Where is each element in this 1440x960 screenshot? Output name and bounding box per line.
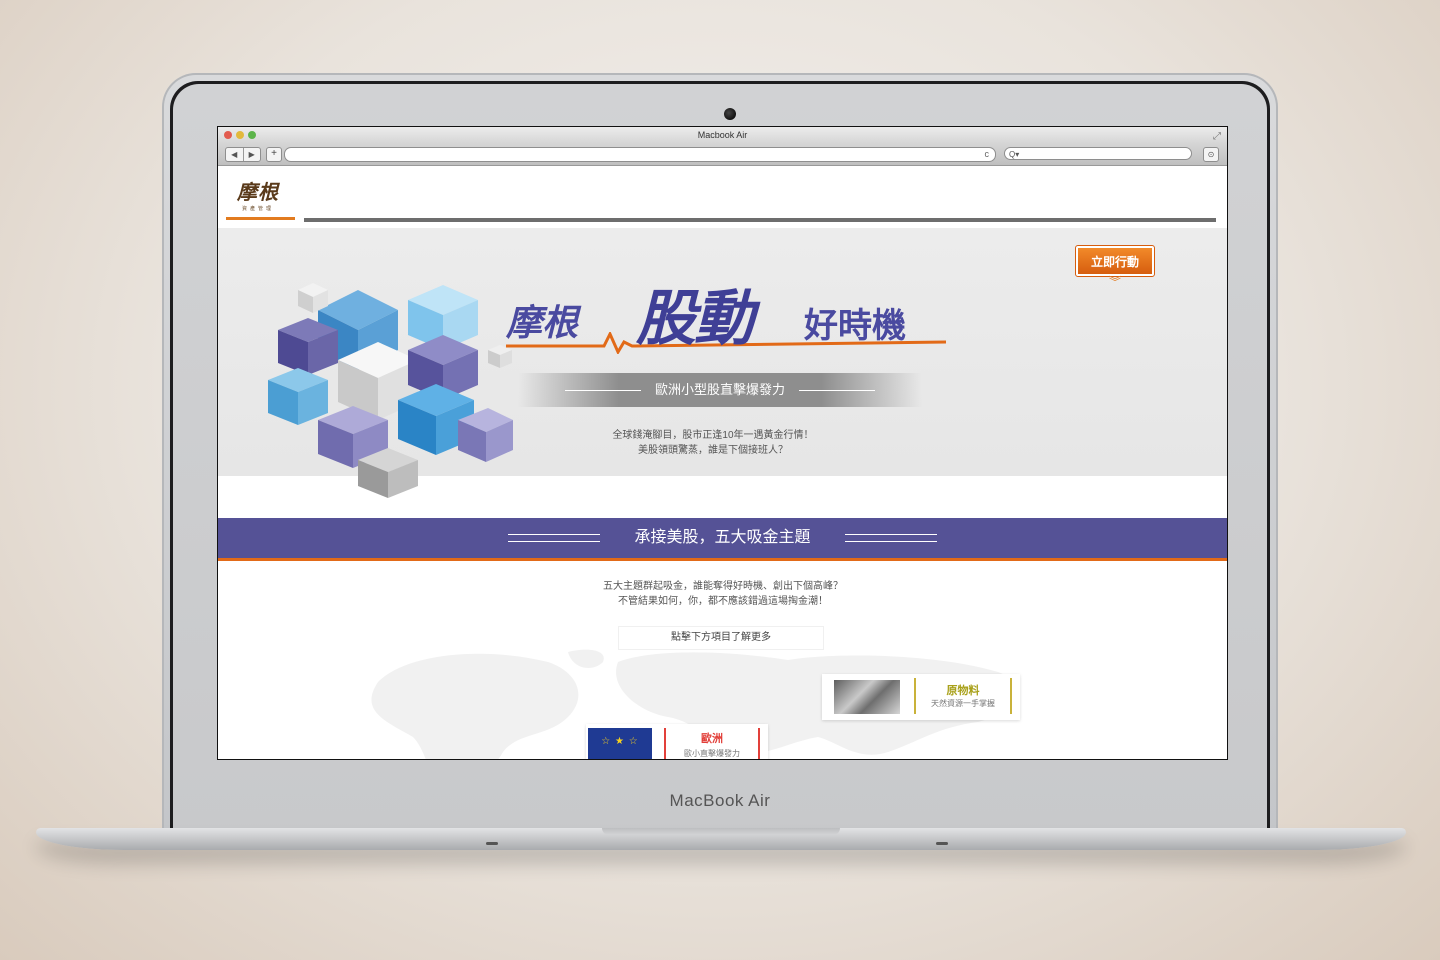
minimize-window-button[interactable] [236, 131, 244, 139]
chevron-down-icon: ︾ [1108, 275, 1121, 289]
learn-more-button[interactable]: 點擊下方項目了解更多 [618, 626, 824, 650]
laptop-foot [486, 842, 498, 845]
cube [278, 318, 338, 375]
browser-toolbar: ◀ ▶ + c Q▾ ⊙ [218, 143, 1227, 166]
divider-line [799, 390, 875, 392]
site-header: 摩根 資產管理 [218, 166, 1227, 228]
logo-underline [226, 217, 295, 220]
card-title: 原物料 [946, 685, 980, 697]
hero-description: 全球錢淹腳目，股市正逢10年一遇黃金行情！ 美股領頭驚蒸，誰是下個接班人？ [558, 428, 868, 458]
card-bracket: 原物料 天然資源一手掌握 [914, 678, 1012, 714]
title-part-3: 好時機 [804, 307, 906, 345]
browser-titlebar: Macbook Air ⤢ [218, 127, 1227, 143]
theme-card-europe[interactable]: ☆ ★ ☆ 歐洲 歐小直擊爆發力 [586, 724, 768, 759]
theme-band-label: 承接美股，五大吸金主題 [634, 529, 811, 546]
title-part-1: 摩根 [506, 302, 579, 343]
window-controls [224, 131, 256, 139]
web-page: 摩根 資產管理 立即行動 ︾ 摩根 股動 好時機 歐洲小型股直擊爆發力 全球錢淹… [218, 166, 1227, 759]
window-title: Macbook Air [697, 130, 748, 140]
back-button[interactable]: ◀ [226, 148, 244, 161]
divider-line [564, 390, 641, 392]
search-icon: Q▾ [1009, 150, 1020, 159]
forward-button[interactable]: ▶ [244, 148, 261, 161]
divider-line [508, 533, 601, 542]
divider-line [844, 533, 937, 542]
title-part-2: 股動 [636, 285, 754, 352]
theme-card-raw-materials[interactable]: 原物料 天然資源一手掌握 [822, 674, 1020, 720]
site-logo[interactable]: 摩根 資產管理 [236, 176, 280, 212]
card-description: 歐小直擊爆發力 [684, 749, 740, 758]
hero-text-line: 全球錢淹腳目，股市正逢10年一遇黃金行情！ [612, 430, 814, 441]
zoom-window-button[interactable] [248, 131, 256, 139]
new-tab-button[interactable]: + [266, 147, 282, 162]
address-bar[interactable]: c [284, 147, 996, 162]
lid-notch [602, 828, 840, 835]
laptop-foot [936, 842, 948, 845]
intro-text: 五大主題群起吸金，誰能奪得好時機、創出下個高峰？ 不管結果如何，你，都不應該錯過… [548, 579, 898, 609]
logo-text: 摩根 [237, 180, 279, 204]
history-nav: ◀ ▶ [225, 147, 261, 162]
hero-title: 摩根 股動 好時機 [506, 270, 946, 354]
nav-divider [304, 218, 1216, 222]
hero-subtitle-band: 歐洲小型股直擊爆發力 [518, 373, 922, 407]
card-title: 歐洲 [701, 733, 723, 745]
downloads-button[interactable]: ⊙ [1203, 147, 1219, 162]
eu-flag-icon: ☆ ★ ☆ [588, 728, 652, 759]
hero-text-line: 美股領頭驚蒸，誰是下個接班人？ [638, 445, 788, 456]
screen: Macbook Air ⤢ ◀ ▶ + c Q▾ ⊙ 摩根 資產管理 立即行動 … [217, 126, 1228, 760]
reload-icon[interactable]: c [985, 148, 990, 161]
theme-band: 承接美股，五大吸金主題 [218, 518, 1227, 561]
intro-line: 五大主題群起吸金，誰能奪得好時機、創出下個高峰？ [603, 581, 843, 592]
card-description: 天然資源一手掌握 [931, 699, 995, 708]
laptop-base [36, 828, 1406, 850]
card-bracket: 歐洲 歐小直擊爆發力 [664, 728, 760, 759]
search-field[interactable]: Q▾ [1004, 147, 1192, 160]
cube-cluster-illustration [268, 283, 513, 498]
raw-materials-thumbnail [834, 680, 900, 714]
camera-icon [724, 108, 736, 120]
cube [268, 368, 328, 425]
device-brand-label: MacBook Air [669, 791, 771, 810]
logo-subtext: 資產管理 [241, 206, 274, 212]
hero-subtitle: 歐洲小型股直擊爆發力 [654, 382, 785, 397]
cta-button[interactable]: 立即行動 [1075, 245, 1155, 277]
hero-banner: 立即行動 ︾ 摩根 股動 好時機 歐洲小型股直擊爆發力 全球錢淹腳目，股市正逢1… [218, 228, 1227, 498]
intro-line: 不管結果如何，你，都不應該錯過這場掏金潮！ [618, 596, 828, 607]
close-window-button[interactable] [224, 131, 232, 139]
